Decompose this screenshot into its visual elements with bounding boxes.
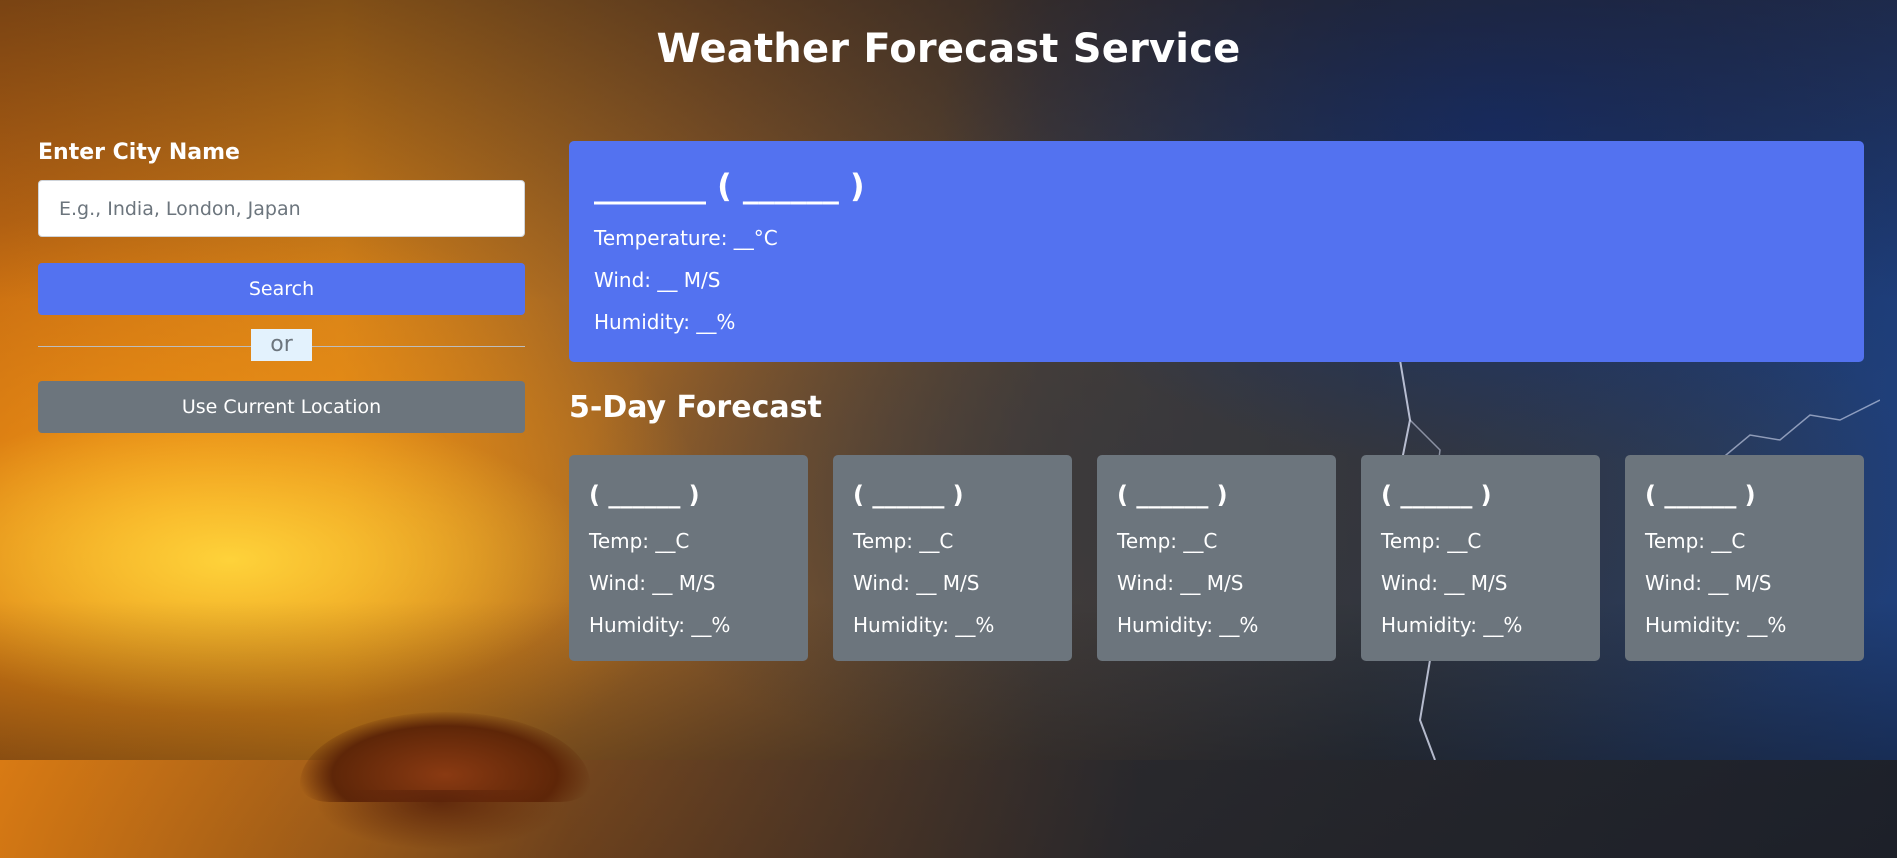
current-wind: Wind: __ M/S bbox=[594, 268, 721, 292]
current-humidity: Humidity: __% bbox=[594, 310, 736, 334]
forecast-wind: Wind: __ M/S bbox=[1381, 571, 1508, 595]
forecast-wind: Wind: __ M/S bbox=[1117, 571, 1244, 595]
forecast-card: ( ______ ) Temp: __C Wind: __ M/S Humidi… bbox=[1097, 455, 1336, 661]
forecast-cards: ( ______ ) Temp: __C Wind: __ M/S Humidi… bbox=[569, 455, 1864, 661]
forecast-date: ( ______ ) bbox=[1381, 481, 1492, 509]
background-sea bbox=[0, 760, 1897, 858]
forecast-humidity: Humidity: __% bbox=[853, 613, 995, 637]
city-input[interactable] bbox=[38, 180, 525, 237]
forecast-temp: Temp: __C bbox=[853, 529, 954, 553]
forecast-date: ( ______ ) bbox=[853, 481, 964, 509]
forecast-wind: Wind: __ M/S bbox=[853, 571, 980, 595]
forecast-date: ( ______ ) bbox=[589, 481, 700, 509]
forecast-card: ( ______ ) Temp: __C Wind: __ M/S Humidi… bbox=[833, 455, 1072, 661]
forecast-humidity: Humidity: __% bbox=[1381, 613, 1523, 637]
forecast-wind: Wind: __ M/S bbox=[1645, 571, 1772, 595]
forecast-date: ( ______ ) bbox=[1117, 481, 1228, 509]
search-panel: Enter City Name Search or Use Current Lo… bbox=[38, 140, 525, 433]
use-current-location-button[interactable]: Use Current Location bbox=[38, 381, 525, 433]
forecast-card: ( ______ ) Temp: __C Wind: __ M/S Humidi… bbox=[1625, 455, 1864, 661]
search-button[interactable]: Search bbox=[38, 263, 525, 315]
forecast-humidity: Humidity: __% bbox=[1117, 613, 1259, 637]
forecast-humidity: Humidity: __% bbox=[1645, 613, 1787, 637]
forecast-temp: Temp: __C bbox=[1381, 529, 1482, 553]
forecast-humidity: Humidity: __% bbox=[589, 613, 731, 637]
forecast-card: ( ______ ) Temp: __C Wind: __ M/S Humidi… bbox=[569, 455, 808, 661]
forecast-card: ( ______ ) Temp: __C Wind: __ M/S Humidi… bbox=[1361, 455, 1600, 661]
current-city-heading: _______ ( ______ ) bbox=[594, 167, 865, 205]
forecast-temp: Temp: __C bbox=[589, 529, 690, 553]
forecast-date: ( ______ ) bbox=[1645, 481, 1756, 509]
forecast-temp: Temp: __C bbox=[1645, 529, 1746, 553]
or-separator: or bbox=[38, 329, 525, 361]
city-input-label: Enter City Name bbox=[38, 140, 240, 165]
current-weather-card: _______ ( ______ ) Temperature: __°C Win… bbox=[569, 141, 1864, 362]
forecast-heading: 5-Day Forecast bbox=[569, 390, 822, 425]
forecast-wind: Wind: __ M/S bbox=[589, 571, 716, 595]
separator-label: or bbox=[251, 329, 312, 361]
background-island bbox=[300, 712, 590, 802]
current-temperature: Temperature: __°C bbox=[594, 226, 778, 250]
page-title: Weather Forecast Service bbox=[656, 26, 1241, 72]
forecast-temp: Temp: __C bbox=[1117, 529, 1218, 553]
background-island-reflection bbox=[315, 790, 565, 850]
